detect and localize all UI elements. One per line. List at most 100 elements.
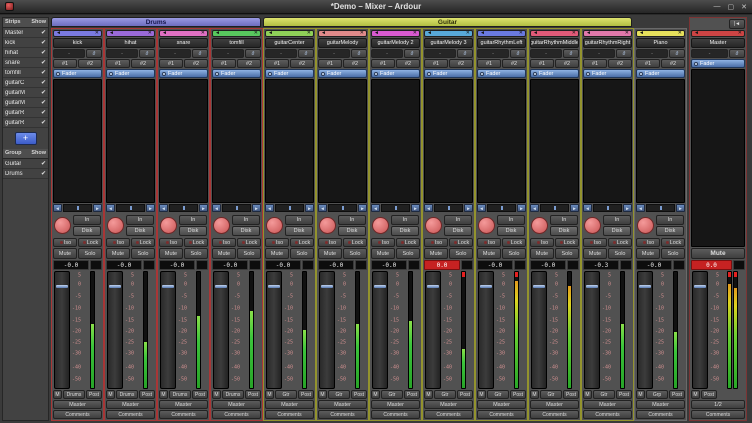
processor-led[interactable]: [162, 72, 166, 76]
hide-strip-icon[interactable]: ✕: [201, 31, 205, 36]
comments-button[interactable]: Comments: [636, 410, 685, 419]
strip-name-button[interactable]: guitarMelody 3: [424, 38, 473, 48]
sidebar-row-checkbox[interactable]: ✔: [41, 59, 46, 66]
mute-button[interactable]: Mute: [477, 248, 501, 259]
solo-isolate-button[interactable]: Iso: [583, 238, 607, 247]
group-button[interactable]: Drums: [116, 390, 138, 399]
monitor-input-button[interactable]: In: [550, 215, 578, 225]
strip-name-button[interactable]: guitarCenter: [265, 38, 314, 48]
gain-fader[interactable]: [160, 271, 176, 389]
strip-name-button[interactable]: tomfill: [212, 38, 261, 48]
processor-box[interactable]: [53, 79, 102, 203]
comments-button[interactable]: Comments: [159, 410, 208, 419]
monitor-input-button[interactable]: In: [232, 215, 260, 225]
processor-box[interactable]: [265, 79, 314, 203]
narrow-strip-icon[interactable]: ◄: [694, 31, 699, 36]
solo-button[interactable]: Solo: [449, 248, 473, 259]
output-button[interactable]: Master: [318, 400, 367, 409]
peak-display[interactable]: [249, 260, 261, 270]
group-button[interactable]: Gtr: [275, 390, 297, 399]
peak-display[interactable]: [567, 260, 579, 270]
channel-1-button[interactable]: #1: [371, 59, 395, 68]
pan-left-icon[interactable]: ◄: [106, 204, 115, 212]
sidebar-row[interactable]: guitarM ✔: [3, 88, 48, 98]
gain-entry-box[interactable]: -: [106, 49, 138, 58]
pan-knob[interactable]: [107, 217, 124, 234]
gain-fader[interactable]: [584, 271, 600, 389]
monitor-disk-button[interactable]: Disk: [232, 226, 260, 236]
fader-handle[interactable]: [427, 285, 439, 288]
solo-isolate-button[interactable]: Iso: [53, 238, 77, 247]
metering-button[interactable]: M: [265, 390, 274, 399]
strip-color-header[interactable]: ◄ ✕: [53, 30, 102, 37]
strip-name-button[interactable]: hihat: [106, 38, 155, 48]
pan-position-track[interactable]: [63, 204, 92, 212]
channel-1-button[interactable]: #1: [424, 59, 448, 68]
monitor-input-button[interactable]: In: [126, 215, 154, 225]
close-button[interactable]: ✕: [741, 3, 747, 11]
strip-name-button[interactable]: guitarMelody 2: [371, 38, 420, 48]
pan-left-icon[interactable]: ◄: [583, 204, 592, 212]
output-button[interactable]: Master: [583, 400, 632, 409]
monitor-input-button[interactable]: In: [179, 215, 207, 225]
metering-button[interactable]: M: [318, 390, 327, 399]
solo-button[interactable]: Solo: [555, 248, 579, 259]
pan-knob[interactable]: [54, 217, 71, 234]
trim-control[interactable]: ∂: [192, 49, 208, 58]
monitor-disk-button[interactable]: Disk: [126, 226, 154, 236]
processor-box[interactable]: [212, 79, 261, 203]
strip-color-header[interactable]: ◄ ✕: [636, 30, 685, 37]
master-mute-button[interactable]: Mute: [691, 248, 745, 259]
solo-isolate-button[interactable]: Iso: [106, 238, 130, 247]
pan-right-icon[interactable]: ►: [464, 204, 473, 212]
processor-led[interactable]: [215, 72, 219, 76]
gain-display[interactable]: -0.0: [636, 260, 672, 270]
processor-box[interactable]: [636, 79, 685, 203]
channel-1-button[interactable]: #1: [53, 59, 77, 68]
solo-lock-button[interactable]: Lock: [78, 238, 102, 247]
gain-fader[interactable]: [372, 271, 388, 389]
strip-color-header[interactable]: ◄ ✕: [477, 30, 526, 37]
solo-button[interactable]: Solo: [661, 248, 685, 259]
pan-knob[interactable]: [584, 217, 601, 234]
monitor-disk-button[interactable]: Disk: [603, 226, 631, 236]
hide-strip-icon[interactable]: ✕: [254, 31, 258, 36]
strip-name-button[interactable]: guitarRhythmLeft: [477, 38, 526, 48]
mute-button[interactable]: Mute: [106, 248, 130, 259]
strip-name-button[interactable]: guitarRhythmRight: [583, 38, 632, 48]
pan-right-icon[interactable]: ►: [358, 204, 367, 212]
comments-button[interactable]: Comments: [477, 410, 526, 419]
strip-color-header[interactable]: ◄ ✕: [159, 30, 208, 37]
mute-button[interactable]: Mute: [53, 248, 77, 259]
hide-strip-icon[interactable]: ✕: [625, 31, 629, 36]
strip-color-header[interactable]: ◄ ✕: [371, 30, 420, 37]
processor-box[interactable]: [691, 69, 745, 247]
channel-1-button[interactable]: #1: [212, 59, 236, 68]
narrow-strip-icon[interactable]: ◄: [109, 31, 114, 36]
gain-entry-box[interactable]: -: [318, 49, 350, 58]
narrow-strip-icon[interactable]: ◄: [374, 31, 379, 36]
peak-display[interactable]: [302, 260, 314, 270]
gain-fader[interactable]: [478, 271, 494, 389]
hide-strip-icon[interactable]: ✕: [466, 31, 470, 36]
pan-position-track[interactable]: [540, 204, 569, 212]
gain-display[interactable]: -0.0: [106, 260, 142, 270]
group-button[interactable]: Gtr: [487, 390, 509, 399]
pan-right-icon[interactable]: ►: [93, 204, 102, 212]
monitor-disk-button[interactable]: Disk: [73, 226, 101, 236]
gain-fader[interactable]: [54, 271, 70, 389]
comments-button[interactable]: Comments: [424, 410, 473, 419]
trim-control[interactable]: ∂: [86, 49, 102, 58]
solo-button[interactable]: Solo: [396, 248, 420, 259]
pan-right-icon[interactable]: ►: [570, 204, 579, 212]
pan-left-icon[interactable]: ◄: [53, 204, 62, 212]
monitor-input-button[interactable]: In: [285, 215, 313, 225]
gain-entry-box[interactable]: -: [691, 49, 728, 58]
pan-left-icon[interactable]: ◄: [371, 204, 380, 212]
strip-color-header[interactable]: ◄ ✕: [318, 30, 367, 37]
fader-processor-entry[interactable]: Fader: [53, 69, 102, 78]
channel-1-button[interactable]: #1: [583, 59, 607, 68]
processor-led[interactable]: [109, 72, 113, 76]
pan-position-track[interactable]: [487, 204, 516, 212]
pan-left-icon[interactable]: ◄: [424, 204, 433, 212]
